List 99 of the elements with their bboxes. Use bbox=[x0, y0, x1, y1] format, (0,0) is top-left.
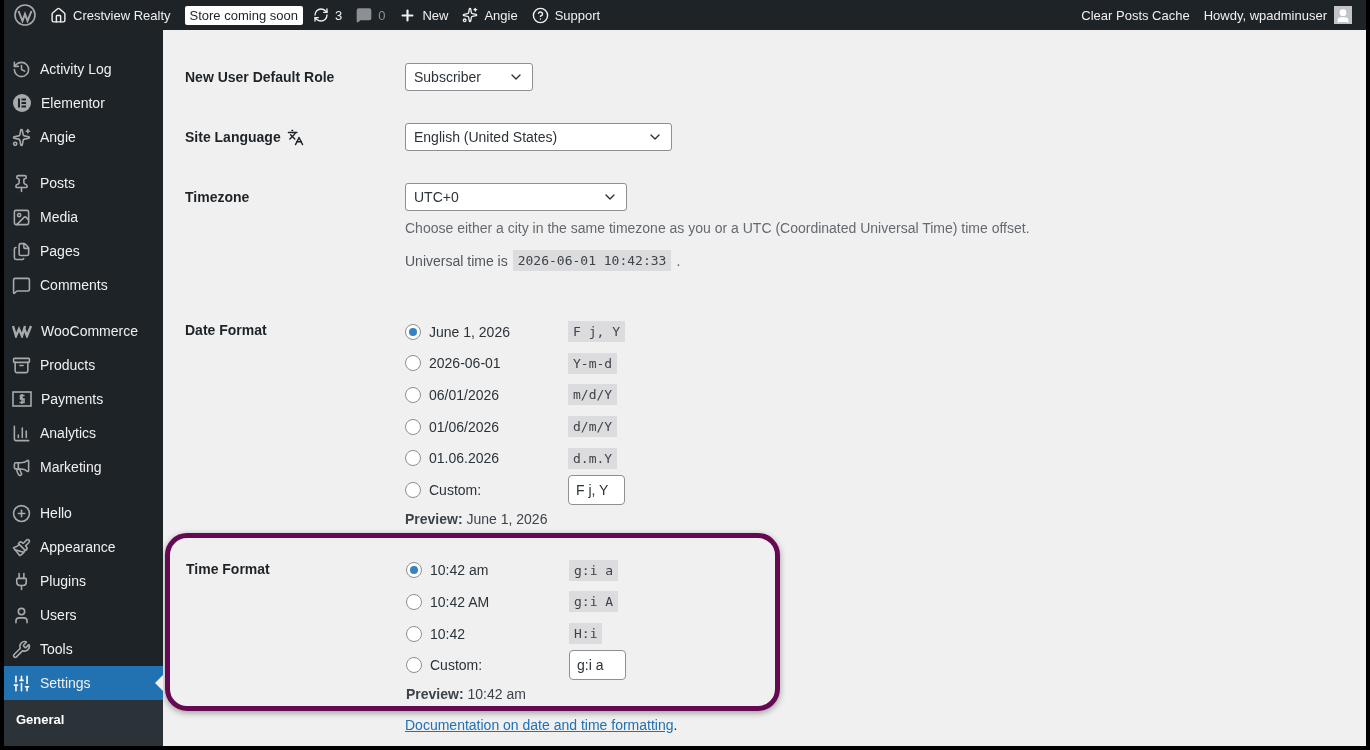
radio-label: 10:42 bbox=[429, 625, 467, 642]
plus-circle-icon bbox=[12, 503, 31, 523]
radio-label: 01/06/2026 bbox=[428, 418, 501, 435]
timezone-select[interactable]: UTC+0 bbox=[405, 183, 627, 211]
sidebar-item[interactable]: Comments bbox=[4, 268, 163, 302]
sidebar-item[interactable]: WooCommerce bbox=[4, 314, 163, 348]
radio-button[interactable] bbox=[405, 481, 421, 498]
radio-label: June 1, 2026 bbox=[428, 323, 511, 340]
radio-button[interactable] bbox=[405, 418, 421, 435]
sidebar-item[interactable]: Tools bbox=[4, 632, 163, 666]
home-icon bbox=[50, 6, 67, 24]
sidebar-item[interactable]: Elementor bbox=[4, 86, 163, 120]
pages-icon bbox=[12, 241, 31, 261]
sidebar-item[interactable]: Plugins bbox=[4, 564, 163, 598]
role-select[interactable]: Subscriber bbox=[405, 63, 533, 91]
field-label: Timezone bbox=[185, 188, 251, 207]
radio-label: 10:42 AM bbox=[429, 593, 491, 610]
documentation-link[interactable]: Documentation on date and time formatting bbox=[405, 716, 674, 733]
sparkle-icon bbox=[462, 7, 479, 23]
sidebar-item[interactable]: Payments bbox=[4, 382, 163, 416]
speech-bubble-icon bbox=[356, 7, 373, 23]
radio-label: 01.06.2026 bbox=[428, 450, 501, 467]
sidebar-item[interactable]: Activity Log bbox=[4, 52, 163, 86]
format-code: m/d/Y bbox=[568, 384, 618, 406]
format-code: F j, Y bbox=[568, 321, 625, 343]
preview-text: Preview: 10:42 am bbox=[406, 685, 527, 702]
account-greeting[interactable]: Howdy, wpadminuser bbox=[1203, 7, 1327, 23]
format-code: g:i a bbox=[569, 559, 619, 581]
radio-label: 06/01/2026 bbox=[428, 387, 501, 403]
format-code: Y-m-d bbox=[568, 352, 618, 374]
period-text: . bbox=[673, 716, 678, 733]
field-label: New User Default Role bbox=[185, 68, 336, 87]
clock-history-icon bbox=[12, 59, 31, 79]
radio-button[interactable] bbox=[405, 323, 421, 340]
universal-time-label: Universal time is bbox=[405, 252, 508, 269]
user-icon bbox=[12, 605, 31, 625]
sidebar-item[interactable]: Hello bbox=[4, 496, 163, 530]
speech-bubble-icon bbox=[12, 275, 31, 295]
field-label: Date Format bbox=[185, 321, 268, 340]
language-select[interactable]: English (United States) bbox=[405, 123, 672, 151]
refresh-icon bbox=[312, 7, 329, 23]
store-status-badge: Store coming soon bbox=[184, 5, 303, 25]
updates-link[interactable]: 3 bbox=[312, 7, 343, 23]
woo-logo-icon bbox=[12, 324, 32, 338]
wordpress-logo-icon[interactable] bbox=[14, 4, 36, 26]
paintbrush-icon bbox=[12, 537, 31, 557]
wrench-icon bbox=[12, 639, 31, 659]
custom-format-input[interactable]: g:i a bbox=[569, 650, 626, 681]
radio-label: 10:42 am bbox=[429, 562, 490, 579]
bar-chart-icon bbox=[12, 423, 31, 443]
format-code: g:i A bbox=[569, 591, 619, 613]
elementor-icon bbox=[12, 93, 32, 113]
translate-icon bbox=[286, 128, 304, 146]
radio-label: 2026-06-01 bbox=[428, 355, 502, 372]
sidebar-item[interactable]: Analytics bbox=[4, 416, 163, 450]
preview-text: Preview: June 1, 2026 bbox=[405, 510, 549, 527]
avatar-icon[interactable] bbox=[1334, 6, 1352, 24]
radio-button[interactable] bbox=[406, 562, 422, 579]
new-link[interactable]: New bbox=[399, 6, 449, 24]
sidebar-item[interactable]: Posts bbox=[4, 166, 163, 200]
sidebar-item[interactable]: Products bbox=[4, 348, 163, 382]
pin-icon bbox=[12, 173, 31, 193]
sidebar-item[interactable]: Pages bbox=[4, 234, 163, 268]
timezone-description: Choose either a city in the same timezone as you or a UTC (Coordinated Universal Time) time offset. bbox=[405, 220, 1031, 236]
sparkle-icon bbox=[12, 127, 31, 147]
site-name-link[interactable]: Crestview Realty bbox=[50, 6, 171, 24]
archive-box-icon bbox=[12, 355, 31, 375]
sidebar-item[interactable]: Angie bbox=[4, 120, 163, 154]
format-code: d.m.Y bbox=[568, 447, 618, 469]
sidebar-item[interactable]: Users bbox=[4, 598, 163, 632]
period-text: . bbox=[676, 252, 681, 269]
angie-link[interactable]: Angie bbox=[462, 7, 518, 23]
dollar-icon bbox=[12, 391, 32, 407]
comments-link[interactable]: 0 bbox=[356, 7, 386, 23]
sidebar-item[interactable]: Appearance bbox=[4, 530, 163, 564]
field-label: Time Format bbox=[186, 559, 271, 579]
sidebar-item[interactable]: Marketing bbox=[4, 450, 163, 484]
radio-button[interactable] bbox=[405, 355, 421, 372]
clear-cache-link[interactable]: Clear Posts Cache bbox=[1081, 7, 1190, 23]
help-icon bbox=[531, 6, 549, 24]
sidebar-item[interactable]: Settings bbox=[4, 666, 163, 700]
radio-label: Custom: bbox=[428, 481, 483, 498]
settings-sliders-icon bbox=[12, 673, 31, 693]
custom-format-input[interactable]: F j, Y bbox=[568, 474, 625, 505]
plus-icon bbox=[399, 6, 417, 24]
radio-button[interactable] bbox=[406, 593, 422, 610]
radio-label: Custom: bbox=[429, 657, 484, 674]
radio-button[interactable] bbox=[405, 387, 421, 403]
format-code: d/m/Y bbox=[568, 416, 618, 438]
megaphone-icon bbox=[12, 457, 31, 477]
radio-button[interactable] bbox=[406, 625, 422, 642]
format-code: H:i bbox=[569, 623, 603, 645]
radio-button[interactable] bbox=[405, 450, 421, 467]
universal-time-value: 2026-06-01 10:42:33 bbox=[512, 250, 672, 271]
sidebar-item[interactable]: Media bbox=[4, 200, 163, 234]
image-icon bbox=[12, 207, 31, 227]
field-label: Site Language bbox=[185, 123, 405, 151]
radio-button[interactable] bbox=[406, 657, 422, 674]
support-link[interactable]: Support bbox=[531, 6, 601, 24]
